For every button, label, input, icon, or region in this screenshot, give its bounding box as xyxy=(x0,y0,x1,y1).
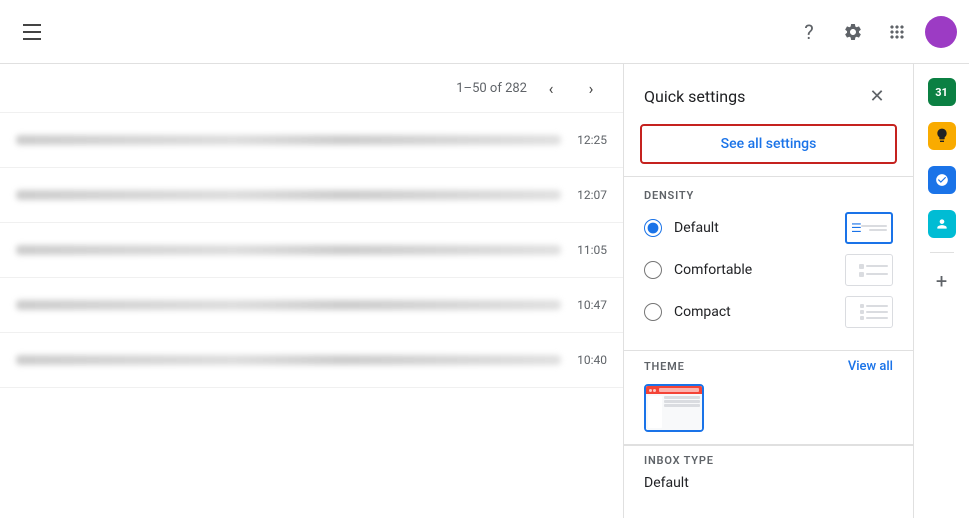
density-compact-label: Compact xyxy=(674,304,845,320)
top-bar-left xyxy=(0,12,52,52)
next-page-button[interactable]: › xyxy=(575,72,607,104)
prev-page-button[interactable]: ‹ xyxy=(535,72,567,104)
density-compact-option[interactable]: Compact xyxy=(644,296,893,328)
help-icon[interactable]: ? xyxy=(789,12,829,52)
density-comfortable-label: Comfortable xyxy=(674,262,845,278)
add-app-button[interactable]: + xyxy=(922,261,962,301)
table-row[interactable]: 10:47 xyxy=(0,278,623,333)
view-all-themes-link[interactable]: View all xyxy=(848,359,893,374)
contacts-icon[interactable] xyxy=(922,204,962,244)
table-row[interactable]: 11:05 xyxy=(0,223,623,278)
theme-section-label: THEME xyxy=(644,360,685,373)
top-bar-icons: ? xyxy=(789,12,957,52)
pagination-text: 1–50 of 282 xyxy=(456,81,527,96)
email-subject xyxy=(16,135,561,145)
inbox-type-section: INBOX TYPE Default xyxy=(624,445,913,499)
density-compact-radio[interactable] xyxy=(644,303,662,321)
density-compact-preview xyxy=(845,296,893,328)
settings-icon[interactable] xyxy=(833,12,873,52)
right-sidebar: 31 + xyxy=(913,64,969,518)
email-subject xyxy=(16,190,561,200)
density-label: DENSITY xyxy=(644,189,893,202)
close-icon[interactable]: ✕ xyxy=(861,80,893,112)
quick-settings-header: Quick settings ✕ xyxy=(624,64,913,120)
density-default-radio[interactable] xyxy=(644,219,662,237)
contacts-badge xyxy=(928,210,956,238)
main-layout: 1–50 of 282 ‹ › 12:25 12:07 11:05 10:47 xyxy=(0,64,969,518)
keep-icon[interactable] xyxy=(922,116,962,156)
email-list-header: 1–50 of 282 ‹ › xyxy=(0,64,623,113)
email-time: 12:25 xyxy=(577,133,607,147)
calendar-icon[interactable]: 31 xyxy=(922,72,962,112)
avatar[interactable] xyxy=(925,16,957,48)
theme-section: THEME View all xyxy=(624,351,913,444)
see-all-settings-button[interactable]: See all settings xyxy=(640,124,897,164)
email-time: 10:47 xyxy=(577,298,607,312)
table-row[interactable]: 10:40 xyxy=(0,333,623,388)
top-bar: ? xyxy=(0,0,969,64)
keep-badge xyxy=(928,122,956,150)
inbox-type-value: Default xyxy=(644,475,893,491)
apps-icon[interactable] xyxy=(877,12,917,52)
density-section: DENSITY Default ☰ Comfortable xyxy=(624,177,913,350)
pagination: 1–50 of 282 ‹ › xyxy=(456,72,607,104)
email-time: 12:07 xyxy=(577,188,607,202)
tasks-badge xyxy=(928,166,956,194)
density-comfortable-preview xyxy=(845,254,893,286)
theme-header: THEME View all xyxy=(644,359,893,374)
tasks-icon[interactable] xyxy=(922,160,962,200)
email-time: 10:40 xyxy=(577,353,607,367)
quick-settings-title: Quick settings xyxy=(644,87,745,106)
sidebar-divider xyxy=(930,252,954,253)
density-comfortable-radio[interactable] xyxy=(644,261,662,279)
email-items: 12:25 12:07 11:05 10:47 10:40 xyxy=(0,113,623,388)
email-list: 1–50 of 282 ‹ › 12:25 12:07 11:05 10:47 xyxy=(0,64,623,518)
quick-settings-panel: Quick settings ✕ See all settings DENSIT… xyxy=(623,64,913,518)
inbox-type-label: INBOX TYPE xyxy=(644,454,893,467)
table-row[interactable]: 12:07 xyxy=(0,168,623,223)
density-comfortable-option[interactable]: Comfortable xyxy=(644,254,893,286)
email-subject xyxy=(16,355,561,365)
email-subject xyxy=(16,300,561,310)
theme-thumbnail[interactable] xyxy=(644,384,704,432)
density-default-label: Default xyxy=(674,220,845,236)
menu-icon[interactable] xyxy=(12,12,52,52)
calendar-badge: 31 xyxy=(928,78,956,106)
email-time: 11:05 xyxy=(577,243,607,257)
email-subject xyxy=(16,245,561,255)
density-default-option[interactable]: Default ☰ xyxy=(644,212,893,244)
table-row[interactable]: 12:25 xyxy=(0,113,623,168)
density-default-preview: ☰ xyxy=(845,212,893,244)
